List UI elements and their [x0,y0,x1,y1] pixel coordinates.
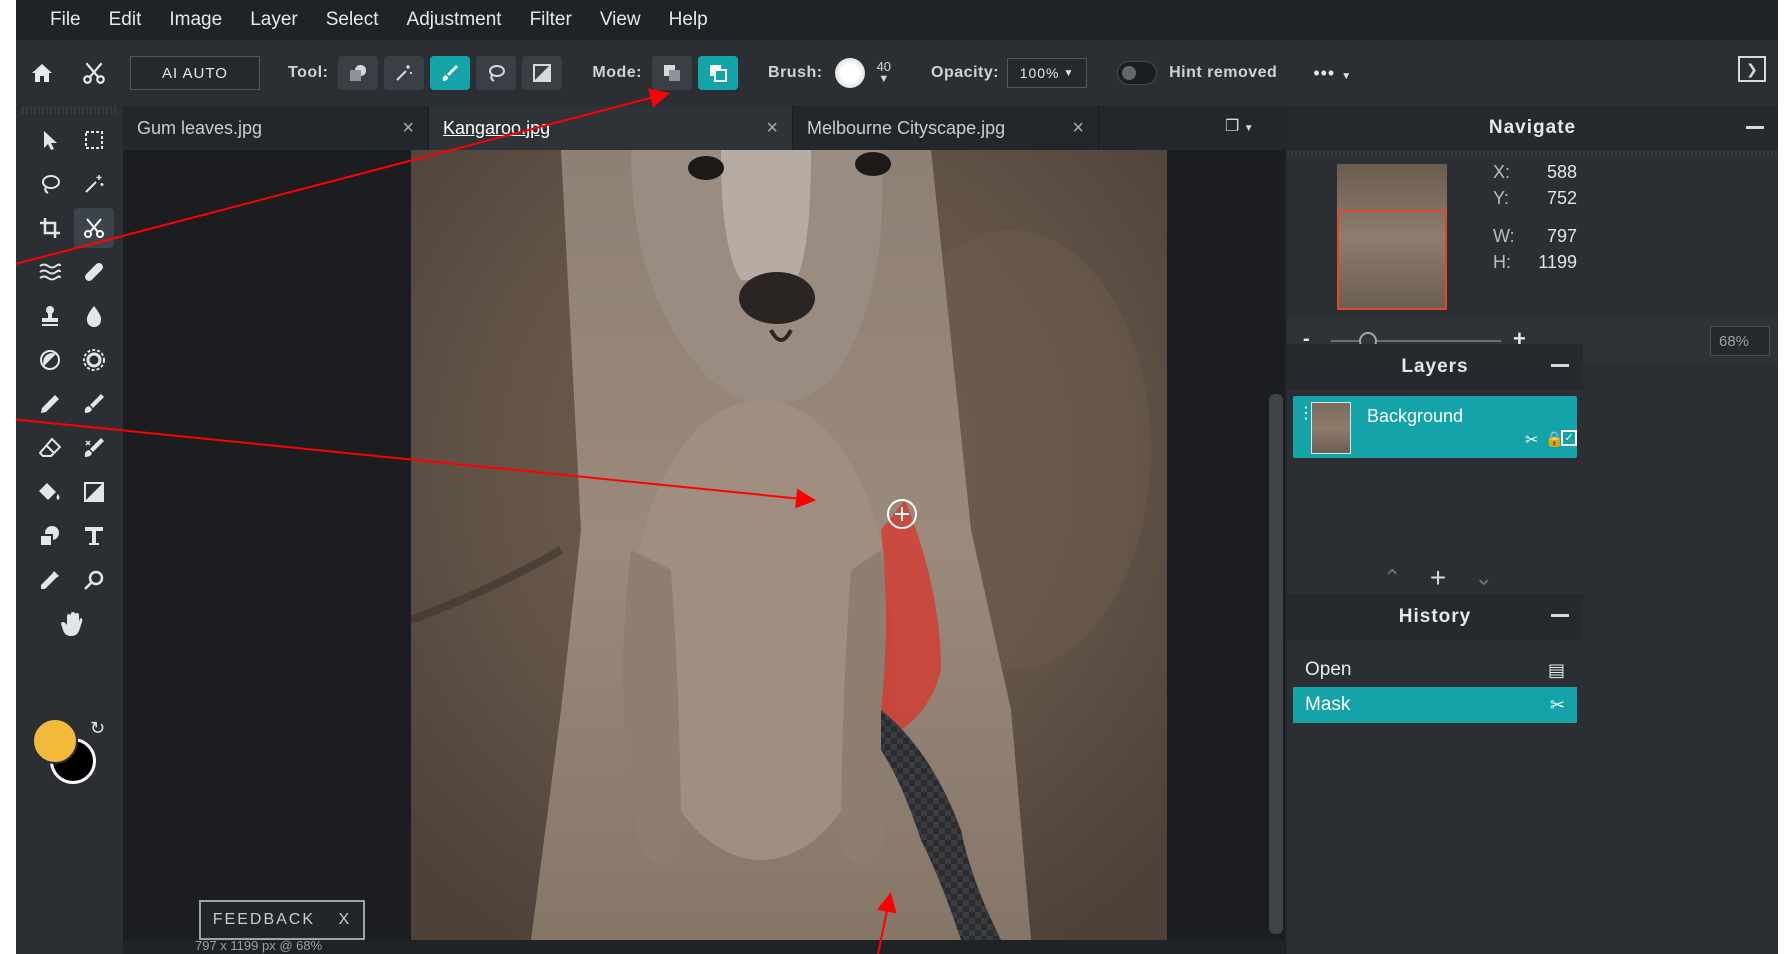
photo-editor-app: File Edit Image Layer Select Adjustment … [16,0,1778,954]
annotation-arrows [16,88,897,954]
annotation-arrow-mode [16,88,670,265]
foreground-color-swatch[interactable] [32,718,78,764]
annotation-arrow-brush-cursor [16,418,816,509]
annotation-arrow-removed-area [876,892,897,954]
